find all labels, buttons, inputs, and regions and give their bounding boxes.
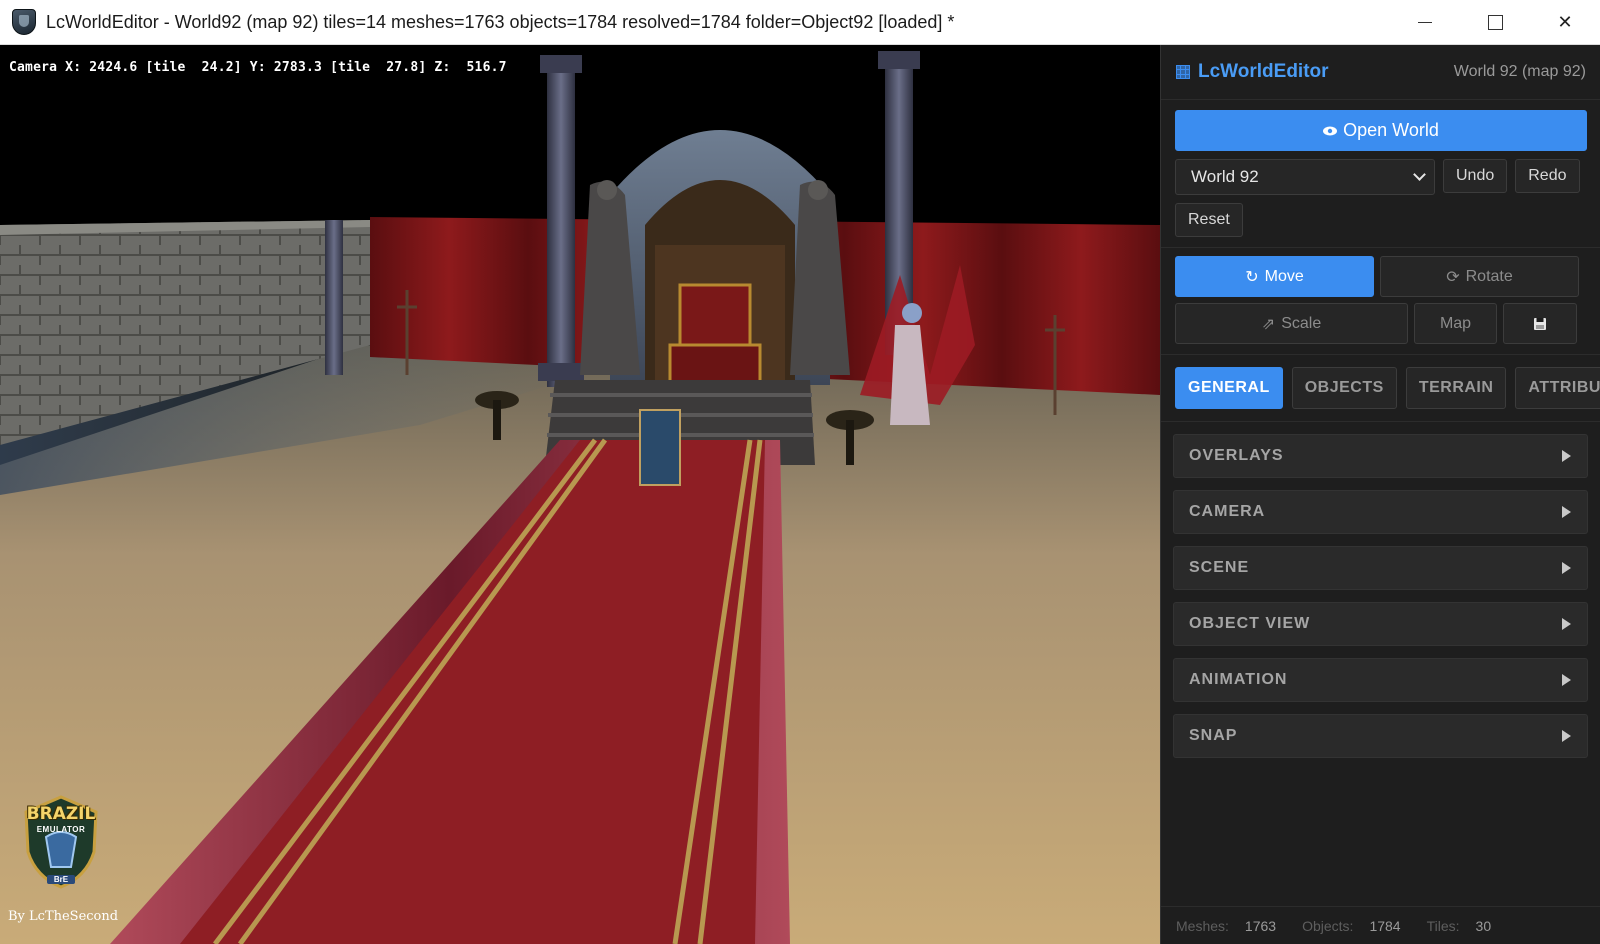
editor-panel: LcWorldEditor World 92 (map 92) Open Wor… (1160, 45, 1600, 944)
collapsible-sections: OVERLAYS CAMERA SCENE OBJECT VIEW ANIMAT… (1161, 422, 1600, 758)
current-world-label: World 92 (map 92) (1453, 63, 1586, 80)
section-scene[interactable]: SCENE (1173, 546, 1588, 590)
scene-render[interactable] (0, 45, 1160, 944)
move-icon: ↻ (1245, 268, 1259, 286)
section-label: OBJECT VIEW (1189, 615, 1311, 632)
move-label: Move (1264, 267, 1304, 285)
world-viewport[interactable]: Camera X: 2424.6 [tile 24.2] Y: 2783.3 [… (0, 45, 1160, 944)
tab-general[interactable]: GENERAL (1175, 367, 1283, 409)
rotate-label: Rotate (1465, 267, 1513, 285)
section-label: ANIMATION (1189, 671, 1288, 688)
title-bar: LcWorldEditor - World92 (map 92) tiles=1… (0, 0, 1600, 45)
section-label: SCENE (1189, 559, 1250, 576)
tab-terrain[interactable]: TERRAIN (1405, 367, 1507, 409)
panel-tabs: GENERAL OBJECTS TERRAIN ATTRIBUTES (1161, 355, 1600, 409)
brazil-emulator-logo: BRAZIL EMULATOR BrE (16, 792, 106, 892)
transform-tools: ↻ Move ⟳ Rotate ⇗ Scale Map (1161, 248, 1600, 344)
app-shield-icon (12, 9, 36, 35)
meshes-label: Meshes: (1176, 917, 1229, 934)
eye-icon (1323, 126, 1338, 135)
rotate-icon: ⟳ (1446, 268, 1460, 286)
open-world-label: Open World (1343, 120, 1439, 140)
tiles-label: Tiles: (1426, 917, 1460, 934)
author-credit: By LcTheSecond (8, 909, 119, 924)
window-controls: ✕ (1390, 0, 1600, 45)
logo-subtitle: EMULATOR (36, 825, 86, 834)
expand-arrow-icon (1562, 506, 1571, 518)
rotate-tool-button[interactable]: ⟳ Rotate (1380, 256, 1579, 297)
floppy-disk-icon (1534, 317, 1546, 330)
world-select[interactable]: World 92 (1175, 159, 1435, 195)
expand-arrow-icon (1562, 674, 1571, 686)
section-snap[interactable]: SNAP (1173, 714, 1588, 758)
scale-icon: ⇗ (1261, 315, 1276, 333)
close-icon[interactable]: ✕ (1530, 0, 1600, 45)
minimize-icon[interactable] (1390, 0, 1460, 45)
expand-arrow-icon (1562, 562, 1571, 574)
redo-button[interactable]: Redo (1515, 159, 1580, 193)
objects-count: 1784 (1369, 917, 1401, 934)
open-world-button[interactable]: Open World (1175, 110, 1587, 151)
logo-title: BRAZIL (26, 804, 96, 824)
expand-arrow-icon (1562, 730, 1571, 742)
brand: LcWorldEditor (1176, 61, 1329, 83)
window-title: LcWorldEditor - World92 (map 92) tiles=1… (46, 11, 955, 32)
objects-label: Objects: (1302, 917, 1354, 934)
map-button[interactable]: Map (1414, 303, 1497, 344)
world-select-value: World 92 (1191, 167, 1259, 186)
section-overlays[interactable]: OVERLAYS (1173, 434, 1588, 478)
logo-tag: BrE (47, 875, 75, 884)
section-label: CAMERA (1189, 503, 1266, 520)
reset-button[interactable]: Reset (1175, 203, 1243, 237)
section-object-view[interactable]: OBJECT VIEW (1173, 602, 1588, 646)
status-bar: Meshes: 1763 Objects: 1784 Tiles: 30 (1161, 906, 1600, 944)
meshes-count: 1763 (1244, 917, 1277, 934)
brand-name: LcWorldEditor (1198, 61, 1329, 82)
tab-objects[interactable]: OBJECTS (1291, 367, 1397, 409)
maximize-icon[interactable] (1460, 0, 1530, 45)
section-animation[interactable]: ANIMATION (1173, 658, 1588, 702)
scale-tool-button[interactable]: ⇗ Scale (1175, 303, 1408, 344)
save-button[interactable] (1503, 303, 1577, 344)
section-camera[interactable]: CAMERA (1173, 490, 1588, 534)
grid-icon (1176, 65, 1190, 79)
undo-button[interactable]: Undo (1443, 159, 1508, 193)
expand-arrow-icon (1562, 618, 1571, 630)
section-label: OVERLAYS (1189, 447, 1284, 464)
move-tool-button[interactable]: ↻ Move (1175, 256, 1374, 297)
file-toolbar: Open World World 92 Undo Redo Reset (1161, 100, 1600, 237)
panel-header: LcWorldEditor World 92 (map 92) (1161, 45, 1600, 100)
chevron-down-icon (1413, 168, 1426, 181)
scale-label: Scale (1281, 314, 1322, 332)
tiles-count: 30 (1475, 917, 1492, 934)
camera-readout: Camera X: 2424.6 [tile 24.2] Y: 2783.3 [… (9, 60, 507, 75)
tab-attributes[interactable]: ATTRIBUTES (1515, 367, 1600, 409)
section-label: SNAP (1189, 727, 1238, 744)
expand-arrow-icon (1562, 450, 1571, 462)
